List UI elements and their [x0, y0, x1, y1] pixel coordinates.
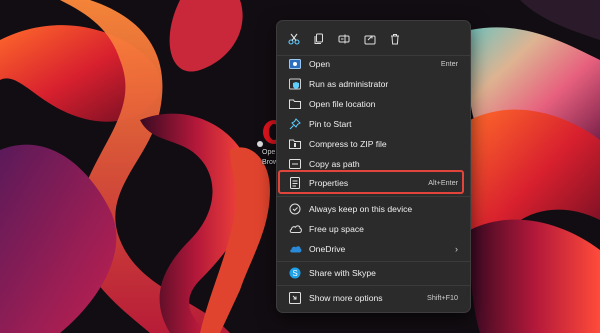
copy-icon: [314, 33, 323, 44]
menu-item-open[interactable]: Open Enter: [281, 54, 466, 73]
menu-item-run-as-administrator[interactable]: Run as administrator: [281, 74, 466, 93]
skype-icon: S: [287, 265, 303, 281]
shield-icon: [287, 76, 303, 92]
chevron-right-icon: ›: [455, 243, 458, 254]
quick-action-bar: [283, 27, 464, 51]
menu-item-free-up-space[interactable]: Free up space: [281, 219, 466, 238]
menu-item-onedrive[interactable]: OneDrive ›: [281, 239, 466, 258]
context-menu: Open Enter Run as administrator Open fil…: [276, 20, 471, 313]
menu-item-show-more-options[interactable]: Show more options Shift+F10: [281, 288, 466, 307]
menu-separator: [277, 261, 470, 262]
cloud-icon: [287, 221, 303, 237]
menu-item-open-file-location[interactable]: Open file location: [281, 94, 466, 113]
rename-icon: [338, 34, 350, 44]
menu-item-compress-to-zip[interactable]: Compress to ZIP file: [281, 134, 466, 153]
zip-icon: [287, 136, 303, 152]
share-button[interactable]: [359, 27, 381, 51]
svg-text:S: S: [292, 269, 297, 278]
folder-icon: [287, 96, 303, 112]
delete-icon: [391, 34, 399, 45]
delete-button[interactable]: [384, 27, 406, 51]
app-icon: [287, 56, 303, 72]
pin-icon: [287, 116, 303, 132]
cut-button[interactable]: [283, 27, 305, 51]
menu-item-share-with-skype[interactable]: S Share with Skype: [281, 263, 466, 282]
cut-icon: [288, 33, 300, 45]
menu-item-pin-to-start[interactable]: Pin to Start: [281, 114, 466, 133]
cloud-pin-icon: [287, 201, 303, 217]
menu-separator: [277, 285, 470, 286]
menu-separator: [277, 196, 470, 197]
copy-button[interactable]: [308, 27, 330, 51]
selection-dot-icon: [257, 141, 263, 147]
share-icon: [364, 35, 376, 45]
onedrive-icon: [287, 241, 303, 257]
properties-highlight-box: [278, 170, 464, 194]
menu-item-always-keep-on-device[interactable]: Always keep on this device: [281, 199, 466, 218]
rename-button[interactable]: [333, 27, 355, 51]
more-options-icon: [287, 290, 303, 306]
